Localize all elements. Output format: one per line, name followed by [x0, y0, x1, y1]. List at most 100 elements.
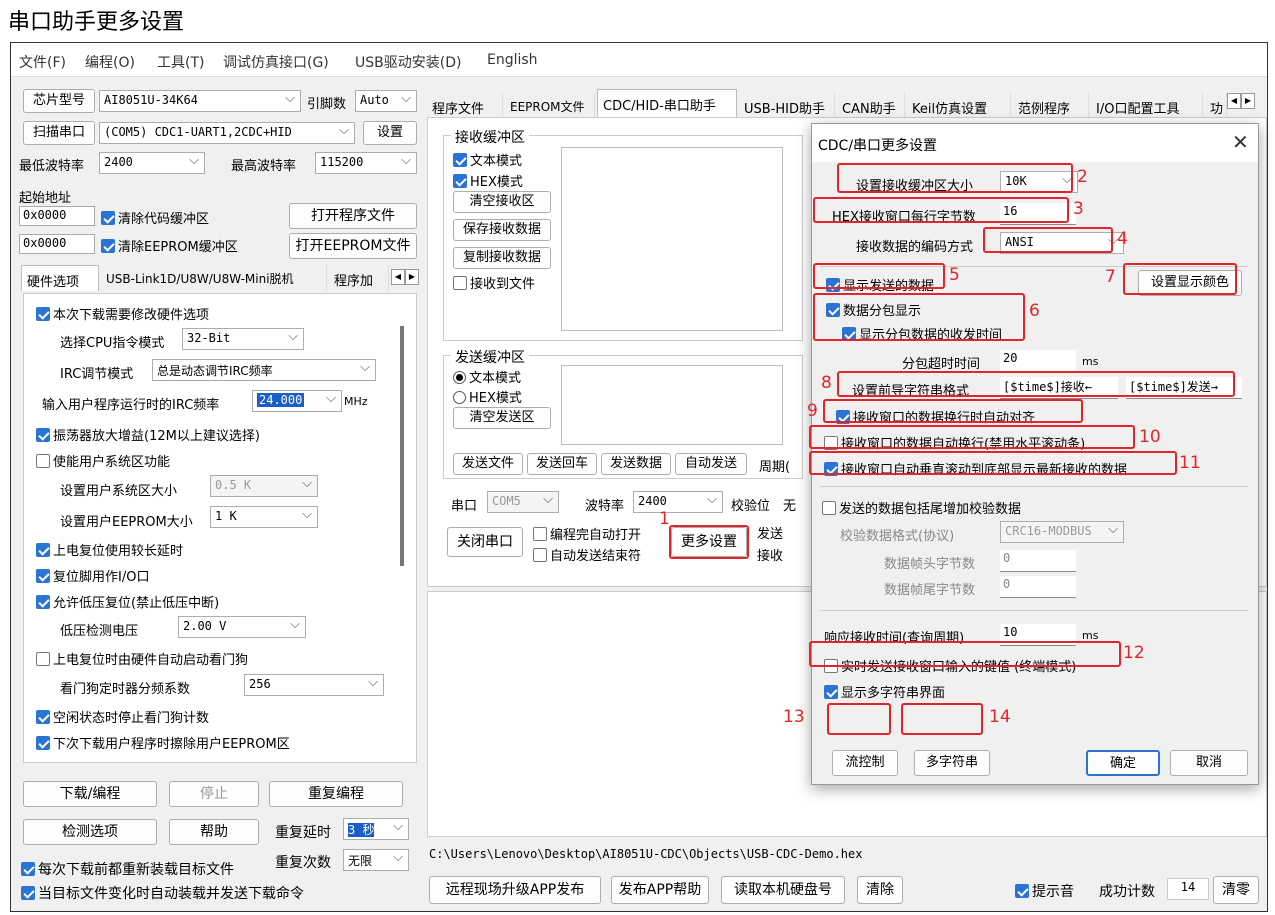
tab-can[interactable]: CAN助手	[837, 93, 905, 119]
repeat-count-select[interactable]: 无限	[343, 849, 409, 871]
cpu-mode-select[interactable]: 32-Bit	[182, 328, 304, 350]
cancel-button[interactable]: 取消	[1170, 750, 1248, 776]
recv-to-file-checkbox[interactable]: 接收到文件	[453, 273, 535, 292]
frame-tail-input[interactable]: 0	[1000, 576, 1076, 598]
port-select[interactable]: (COM5) CDC1-UART1,2CDC+HID	[99, 122, 355, 144]
osc-gain-checkbox[interactable]: 振荡器放大增益(12M以上建议选择)	[36, 425, 260, 444]
min-baud-select[interactable]: 2400	[99, 152, 205, 174]
menu-tools[interactable]: 工具(T)	[157, 52, 204, 72]
arrow-right-icon[interactable]: ▶	[405, 269, 419, 285]
tab-scroll-arrows[interactable]: ◀ ▶	[391, 269, 419, 285]
reset-count-button[interactable]: 清零	[1213, 876, 1259, 904]
open-program-button[interactable]: 打开程序文件	[289, 203, 417, 229]
baud-combo[interactable]: 2400	[633, 491, 723, 513]
scrollbar-thumb[interactable]	[400, 326, 404, 566]
eeprom-size-select[interactable]: 1 K	[210, 506, 318, 528]
scan-port-button[interactable]: 扫描串口	[23, 121, 95, 145]
clear-recv-button[interactable]: 清空接收区	[453, 191, 551, 213]
port-settings-button[interactable]: 设置	[363, 121, 417, 145]
clear-code-buffer-checkbox[interactable]: 清除代码缓冲区	[101, 208, 209, 227]
start-address-input[interactable]: 0x0000	[19, 206, 95, 226]
reprogram-button[interactable]: 重复编程	[269, 781, 403, 807]
send-data-button[interactable]: 发送数据	[601, 453, 671, 475]
long-delay-checkbox[interactable]: 上电复位使用较长延时	[36, 540, 183, 559]
chip-select[interactable]: AI8051U-34K64	[99, 90, 301, 112]
frame-head-input[interactable]: 0	[1000, 550, 1076, 572]
app-help-button[interactable]: 发布APP帮助	[611, 876, 709, 904]
pins-select[interactable]: Auto	[355, 90, 417, 112]
tab-program-add[interactable]: 程序加	[329, 265, 389, 291]
auto-open-checkbox[interactable]: 编程完自动打开	[533, 524, 641, 543]
menu-usb-driver[interactable]: USB驱动安装(D)	[355, 52, 461, 72]
save-recv-button[interactable]: 保存接收数据	[453, 219, 551, 241]
beep-checkbox[interactable]: 提示音	[1015, 881, 1074, 901]
sys-size-select[interactable]: 0.5 K	[210, 475, 318, 497]
close-icon[interactable]: ✕	[1232, 130, 1249, 154]
close-port-button[interactable]: 关闭串口	[447, 527, 523, 557]
tab-usb-link[interactable]: USB-Link1D/U8W/U8W-Mini脱机	[101, 265, 327, 291]
remote-app-button[interactable]: 远程现场升级APP发布	[429, 876, 601, 904]
arrow-right-icon[interactable]: ▶	[1241, 93, 1255, 109]
multi-ui-checkbox[interactable]: 显示多字符串界面	[824, 682, 945, 701]
tab-io-config[interactable]: I/O口配置工具	[1091, 93, 1203, 119]
send-file-button[interactable]: 发送文件	[453, 453, 523, 475]
repeat-delay-select[interactable]: 3 秒	[343, 818, 409, 840]
right-tab-scroll-arrows[interactable]: ◀ ▶	[1227, 93, 1255, 109]
irc-freq-select[interactable]: 24.000	[252, 390, 342, 412]
menu-program[interactable]: 编程(O)	[85, 52, 135, 72]
help-button[interactable]: 帮助	[169, 819, 259, 845]
eeprom-address-input[interactable]: 0x0000	[19, 234, 95, 254]
send-cr-button[interactable]: 发送回车	[527, 453, 597, 475]
clear-log-button[interactable]: 清除	[857, 876, 903, 904]
recv-text-mode-checkbox[interactable]: 文本模式	[453, 150, 522, 169]
multi-string-button[interactable]: 多字符串	[914, 750, 990, 776]
menu-english[interactable]: English	[487, 52, 538, 68]
max-baud-select[interactable]: 115200	[315, 152, 417, 174]
reset-io-checkbox[interactable]: 复位脚用作I/O口	[36, 566, 149, 585]
read-disk-button[interactable]: 读取本机硬盘号	[721, 876, 845, 904]
check-options-button[interactable]: 检测选项	[23, 819, 157, 845]
open-eeprom-button[interactable]: 打开EEPROM文件	[289, 233, 417, 259]
tab-program-file[interactable]: 程序文件	[427, 93, 503, 119]
arrow-left-icon[interactable]: ◀	[1227, 93, 1241, 109]
clear-send-button[interactable]: 清空发送区	[453, 407, 551, 429]
stop-button[interactable]: 停止	[169, 781, 259, 807]
erase-eeprom-checkbox[interactable]: 下次下载用户程序时擦除用户EEPROM区	[36, 733, 290, 752]
auto-send-end-checkbox[interactable]: 自动发送结束符	[533, 545, 641, 564]
flow-control-button[interactable]: 流控制	[832, 750, 898, 776]
modify-hw-checkbox[interactable]: 本次下载需要修改硬件选项	[36, 304, 209, 323]
chip-label-button[interactable]: 芯片型号	[23, 89, 95, 113]
tab-hardware-options[interactable]: 硬件选项	[21, 265, 99, 291]
lv-select[interactable]: 2.00 V	[178, 616, 306, 638]
irc-mode-select[interactable]: 总是动态调节IRC频率	[152, 359, 376, 381]
recv-hex-mode-checkbox[interactable]: HEX模式	[453, 171, 523, 190]
lvr-checkbox[interactable]: 允许低压复位(禁止低压中断)	[36, 592, 219, 611]
tab-usb-hid[interactable]: USB-HID助手	[739, 93, 835, 119]
auto-send-button[interactable]: 自动发送	[675, 453, 747, 475]
copy-recv-button[interactable]: 复制接收数据	[453, 247, 551, 269]
wdt-div-select[interactable]: 256	[244, 674, 384, 696]
auto-reload-checkbox[interactable]: 当目标文件变化时自动装载并发送下载命令	[21, 883, 304, 903]
tab-eeprom-file[interactable]: EEPROM文件	[505, 93, 595, 119]
clear-eeprom-buffer-checkbox[interactable]: 清除EEPROM缓冲区	[101, 236, 238, 255]
menu-file[interactable]: 文件(F)	[19, 52, 66, 72]
checksum-checkbox[interactable]: 发送的数据包括尾增加校验数据	[822, 498, 1021, 517]
arrow-left-icon[interactable]: ◀	[391, 269, 405, 285]
user-sys-checkbox[interactable]: 使能用户系统区功能	[36, 451, 170, 470]
send-hex-mode-radio[interactable]: HEX模式	[453, 387, 522, 406]
menu-debug[interactable]: 调试仿真接口(G)	[223, 52, 329, 72]
download-button[interactable]: 下载/编程	[23, 781, 157, 807]
timeout-input[interactable]: 20	[1000, 350, 1076, 372]
reload-each-checkbox[interactable]: 每次下载前都重新装载目标文件	[21, 859, 234, 879]
wdt-auto-checkbox[interactable]: 上电复位时由硬件自动启动看门狗	[36, 649, 248, 668]
send-textarea[interactable]	[561, 365, 783, 445]
tab-keil[interactable]: Keil仿真设置	[907, 93, 1011, 119]
send-text-mode-radio[interactable]: 文本模式	[453, 367, 521, 386]
tab-examples[interactable]: 范例程序	[1013, 93, 1089, 119]
recv-textarea[interactable]	[561, 147, 783, 331]
tab-more[interactable]: 功	[1205, 93, 1227, 119]
ok-button[interactable]: 确定	[1086, 750, 1160, 776]
checksum-format-select[interactable]: CRC16-MODBUS	[1000, 521, 1124, 543]
idle-wdt-checkbox[interactable]: 空闲状态时停止看门狗计数	[36, 707, 209, 726]
tab-cdc-serial[interactable]: CDC/HID-串口助手	[597, 89, 737, 119]
